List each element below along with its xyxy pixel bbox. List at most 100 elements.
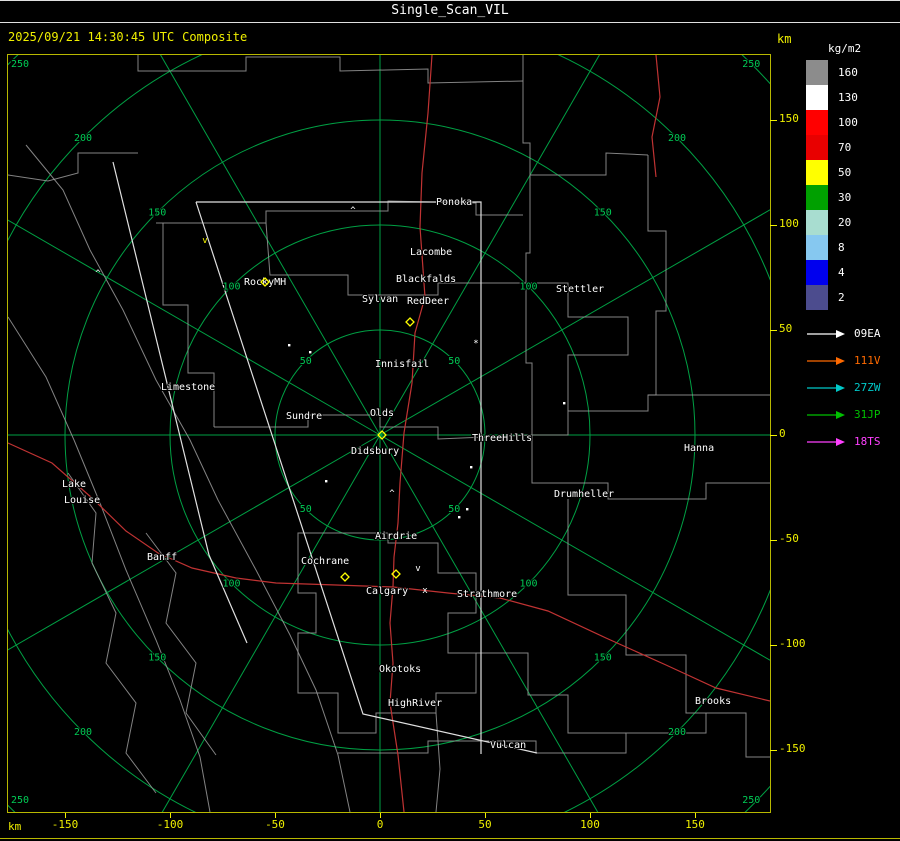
radar-beam-arrow-icon [807, 383, 845, 392]
glyph-marker: v [202, 236, 207, 246]
legend-entry: 20 [806, 210, 858, 235]
legend-unit: kg/m2 [828, 42, 862, 55]
x-axis-label: -150 [51, 818, 79, 831]
y-axis-label: 0 [779, 427, 786, 440]
radar-site-legend: 09EA 111V 27ZW 31JP 18TS [806, 320, 881, 455]
range-ring-label: 250 [742, 59, 760, 70]
range-ring-label: 200 [74, 727, 92, 738]
town-label: Sundre [286, 411, 322, 422]
legend-swatch [806, 185, 828, 210]
y-axis-label: -150 [779, 742, 806, 755]
range-ring-label: 150 [148, 653, 166, 664]
radar-site-row: 18TS [806, 428, 881, 455]
legend-value: 160 [838, 66, 858, 79]
azimuth-spoke [128, 0, 381, 436]
radar-id-label: 27ZW [854, 381, 881, 394]
azimuth-spoke [0, 215, 381, 436]
glyph-marker: ^ [350, 206, 356, 216]
legend-entry: 100 [806, 110, 858, 135]
town-label: Lacombe [410, 247, 452, 258]
range-ring-label: 150 [594, 653, 612, 664]
site-diamond-marker [405, 317, 415, 327]
radar-beam-arrow-icon [807, 437, 845, 446]
glyph-marker: v [415, 564, 420, 574]
town-label: Airdrie [375, 531, 417, 542]
radar-id-label: 111V [854, 354, 881, 367]
legend-value: 130 [838, 91, 858, 104]
map-markers: v ^ ^ * ^ v x [95, 206, 566, 596]
town-label: Strathmore [457, 589, 517, 600]
arrow-head [836, 356, 845, 365]
boundary-segment [435, 712, 441, 813]
radar-beam-arrow-icon [807, 329, 845, 338]
point-marker [288, 344, 291, 347]
boundary-segment [530, 282, 629, 411]
boundary-segment [137, 55, 524, 84]
town-label: Innisfail [375, 359, 429, 370]
legend-value: 20 [838, 216, 852, 229]
glyph-marker: ^ [389, 489, 395, 499]
y-axis-label: -100 [779, 637, 806, 650]
arrow-head [836, 383, 845, 392]
legend-value: 4 [838, 266, 845, 279]
point-marker [458, 516, 461, 519]
boundary-segment [145, 532, 217, 756]
town-label: HighRiver [388, 698, 442, 709]
point-marker [466, 508, 469, 511]
arrow-head [836, 329, 845, 338]
azimuth-spoke [379, 434, 866, 716]
x-axis-label: 150 [685, 818, 705, 831]
window-title: Single_Scan_VIL [391, 3, 509, 18]
scan-info: 2025/09/21 14:30:45 UTC Composite [8, 30, 247, 44]
x-axis-unit: km [8, 820, 22, 833]
legend-value: 100 [838, 116, 858, 129]
glyph-marker: x [422, 586, 428, 596]
color-scale-legend: 160 130 100 70 50 30 20 8 4 2 [806, 60, 858, 310]
radar-site-row: 27ZW [806, 374, 881, 401]
legend-swatch [806, 285, 828, 310]
y-axis-tick [770, 749, 777, 751]
town-label: Sylvan [362, 294, 398, 305]
point-marker [470, 466, 473, 469]
point-marker [309, 351, 312, 354]
scan-timestamp: 2025/09/21 14:30:45 UTC [8, 30, 175, 44]
radar-site-row: 09EA [806, 320, 881, 347]
coverage-edge [112, 161, 248, 644]
radar-site-row: 111V [806, 347, 881, 374]
y-axis-tick [770, 434, 777, 436]
legend-swatch [806, 235, 828, 260]
x-axis-label: -50 [265, 818, 285, 831]
range-ring-label: 250 [11, 59, 29, 70]
town-label: Brooks [695, 696, 731, 707]
boundary-segment [476, 652, 626, 734]
radar-site-row: 31JP [806, 401, 881, 428]
legend-entry: 8 [806, 235, 858, 260]
range-ring-label: 50 [448, 504, 460, 515]
town-label: Blackfalds [396, 274, 456, 285]
range-ring-label: 200 [74, 133, 92, 144]
legend-value: 70 [838, 141, 852, 154]
x-axis-label: 100 [580, 818, 600, 831]
radar-id-label: 09EA [854, 327, 881, 340]
point-marker [325, 480, 328, 483]
legend-value: 2 [838, 291, 845, 304]
legend-value: 50 [838, 166, 852, 179]
town-label: Calgary [366, 586, 408, 597]
range-ring-label: 250 [11, 795, 29, 806]
radar-beam-arrow-icon [807, 410, 845, 419]
town-label: RedDeer [407, 296, 449, 307]
range-ring-label: 100 [222, 282, 240, 293]
legend-entry: 50 [806, 160, 858, 185]
town-labels: PonokaLacombeBlackfaldsSylvan RedDeerRock… [61, 196, 732, 752]
radar-map-canvas: 50 5050 50100 100100 100150 150150 150200 20020… [0, 0, 900, 841]
arrow-head [836, 410, 845, 419]
range-ring-label: 100 [222, 578, 240, 589]
legend-swatch [806, 160, 828, 185]
range-ring-label: 50 [448, 356, 460, 367]
town-label: Hanna [684, 443, 714, 454]
legend-entry: 130 [806, 85, 858, 110]
town-label: Okotoks [379, 664, 421, 675]
y-axis-unit: km [777, 32, 792, 46]
range-ring-label: 50 [300, 356, 312, 367]
y-axis-label: -50 [779, 532, 799, 545]
